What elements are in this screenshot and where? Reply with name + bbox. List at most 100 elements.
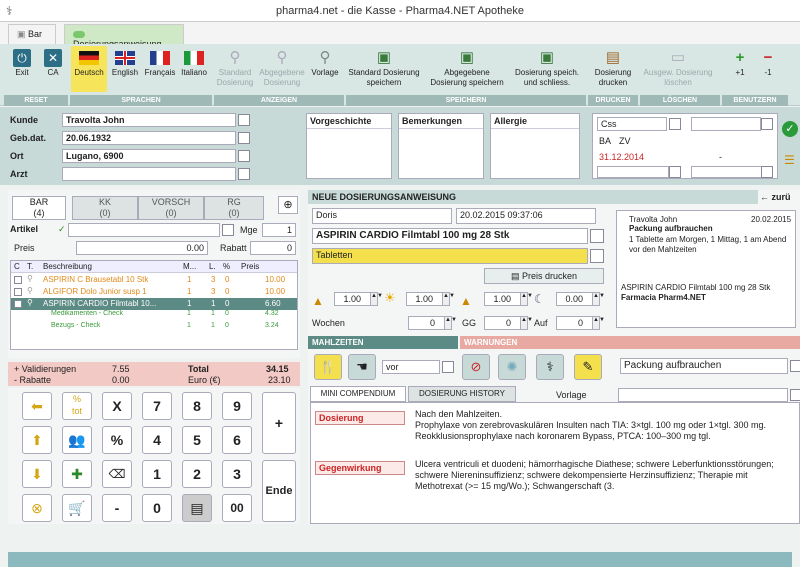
insurance-extra-lookup[interactable] [669,166,681,178]
dose-morning-field[interactable]: 1.00 [334,292,374,306]
minus-key[interactable]: - [102,494,132,522]
hand-icon[interactable]: ☚ [348,354,376,380]
percent-tot-button[interactable]: % tot [62,392,92,420]
dosierung-speichern-schliessen-button[interactable]: ▣ Dosierung speich. und schliess. [510,48,584,88]
key-1[interactable]: 1 [142,460,172,488]
arrow-down-icon[interactable]: ⬇ [22,460,52,488]
cart-tab-rg[interactable]: RG (0) [204,196,264,220]
vorgeschichte-box[interactable]: Vorgeschichte [306,113,392,179]
table-row[interactable]: ⚲ ALGIFOR Dolo Junior susp 1 1 3 0 10.00 [11,286,297,298]
form-field[interactable]: Tabletten [312,248,588,264]
standard-dosierung-speichern-button[interactable]: ▣ Standard Dosierung speichern [346,48,422,88]
rabatt-field[interactable]: 0 [250,241,296,255]
backspace-icon[interactable]: ⌫ [102,460,132,488]
kunde-lookup[interactable] [238,114,250,126]
tab-mini-compendium[interactable]: MINI COMPENDIUM [310,386,406,402]
gg-field[interactable]: 0 [484,316,524,330]
tab-bar-cash[interactable]: ▣ Bar [8,24,56,44]
preis-field[interactable]: 0.00 [76,241,208,255]
plus-key[interactable]: + [262,392,296,454]
pencil-icon[interactable]: ✎ [574,354,602,380]
insurance-extra-field[interactable] [597,166,669,178]
dose-evening-spinner[interactable]: ▲▼ [520,292,533,306]
packung-lookup[interactable] [790,360,800,372]
users-icon[interactable]: 👥 [62,426,92,454]
exit-button[interactable]: ⏻ Exit [8,48,36,78]
pharmacy-icon[interactable]: ✚ [62,460,92,488]
arzt-lookup[interactable] [238,168,250,180]
ort-field[interactable]: Lugano, 6900 [62,149,236,163]
arzt-field[interactable] [62,167,236,181]
key-5[interactable]: 5 [182,426,212,454]
wochen-spinner[interactable]: ▲▼ [444,316,457,330]
lang-italiano-button[interactable]: Italiano [178,48,210,78]
check-icon[interactable]: ✓ [782,121,798,137]
cancel-icon[interactable]: ⊗ [22,494,52,522]
back-button[interactable]: ← zurü [760,190,800,204]
gg-spinner[interactable]: ▲▼ [520,316,533,330]
bemerkungen-box[interactable]: Bemerkungen [398,113,484,179]
artikel-lookup[interactable] [222,224,234,236]
insurance-number-field[interactable] [691,117,761,131]
artikel-field[interactable] [68,223,220,237]
vorlage-field[interactable] [618,388,788,402]
allergie-box[interactable]: Allergie [490,113,580,179]
standard-dosierung-button[interactable]: ⚲ Standard Dosierung [214,48,256,88]
row-checkbox[interactable] [14,276,22,284]
vorlage-lookup[interactable] [790,389,800,401]
pill-warning-icon[interactable]: ⚕ [536,354,564,380]
packung-field[interactable]: Packung aufbrauchen [620,358,788,374]
table-row[interactable]: ⚲ ASPIRIN C Brausetabl 10 Stk 1 3 0 10.00 [11,274,297,286]
lang-deutsch-button[interactable]: Deutsch [71,46,107,92]
preis-drucken-button[interactable]: ▤ Preis drucken [484,268,604,284]
sun-warning-icon[interactable]: ✺ [498,354,526,380]
tab-dosierung-history[interactable]: DOSIERUNG HISTORY [408,386,516,402]
auf-spinner[interactable]: ▲▼ [592,316,605,330]
cart-tab-bar[interactable]: BAR (4) [12,196,66,220]
lang-english-button[interactable]: English [109,48,141,78]
mge-field[interactable]: 1 [262,223,296,237]
key-3[interactable]: 3 [222,460,252,488]
product-lookup[interactable] [590,229,604,243]
kunde-field[interactable]: Travolta John [62,113,236,127]
insurance-extra-field-2[interactable] [691,166,763,178]
geb-field[interactable]: 20.06.1932 [62,131,236,145]
patient-name-field[interactable]: Doris [312,208,452,224]
cart-tab-kk[interactable]: KK (0) [72,196,138,220]
plus-one-button[interactable]: + +1 [730,48,750,78]
ca-button[interactable]: ✕ CA [40,48,66,78]
product-field[interactable]: ASPIRIN CARDIO Filmtabl 100 mg 28 Stk [312,228,588,244]
register-icon[interactable]: ▤ [182,494,212,522]
vorlage-button[interactable]: ⚲ Vorlage [308,48,342,78]
row-checkbox[interactable] [14,300,22,308]
no-alcohol-icon[interactable]: ⊘ [462,354,490,380]
list-icon[interactable]: ☰ [784,153,795,167]
percent-key[interactable]: % [102,426,132,454]
dose-noon-spinner[interactable]: ▲▼ [442,292,455,306]
ende-key[interactable]: Ende [262,460,296,522]
form-lookup[interactable] [590,249,604,263]
dose-night-field[interactable]: 0.00 [556,292,596,306]
cart-icon[interactable]: 🛒 [62,494,92,522]
vor-lookup[interactable] [442,361,454,373]
insurance-lookup[interactable] [669,118,681,130]
ort-lookup[interactable] [238,150,250,162]
dose-noon-field[interactable]: 1.00 [406,292,446,306]
arrow-up-icon[interactable]: ⬆ [22,426,52,454]
lang-francais-button[interactable]: Français [143,48,177,78]
abgegebene-dosierung-button[interactable]: ⚲ Abgegebene Dosierung [258,48,306,88]
vor-field[interactable]: vor [382,360,440,374]
auf-field[interactable]: 0 [556,316,596,330]
insurance-number-lookup[interactable] [761,118,773,130]
dose-morning-spinner[interactable]: ▲▼ [370,292,383,306]
cart-tab-vorsch[interactable]: VORSCH (0) [138,196,204,220]
key-9[interactable]: 9 [222,392,252,420]
multiply-key[interactable]: X [102,392,132,420]
dosierung-drucken-button[interactable]: ▤ Dosierung drucken [592,48,634,88]
key-2[interactable]: 2 [182,460,212,488]
dosierung-loeschen-button[interactable]: ▭ Ausgew. Dosierung löschen [642,48,714,88]
key-00[interactable]: 00 [222,494,252,522]
key-4[interactable]: 4 [142,426,172,454]
geb-lookup[interactable] [238,132,250,144]
dose-night-spinner[interactable]: ▲▼ [592,292,605,306]
